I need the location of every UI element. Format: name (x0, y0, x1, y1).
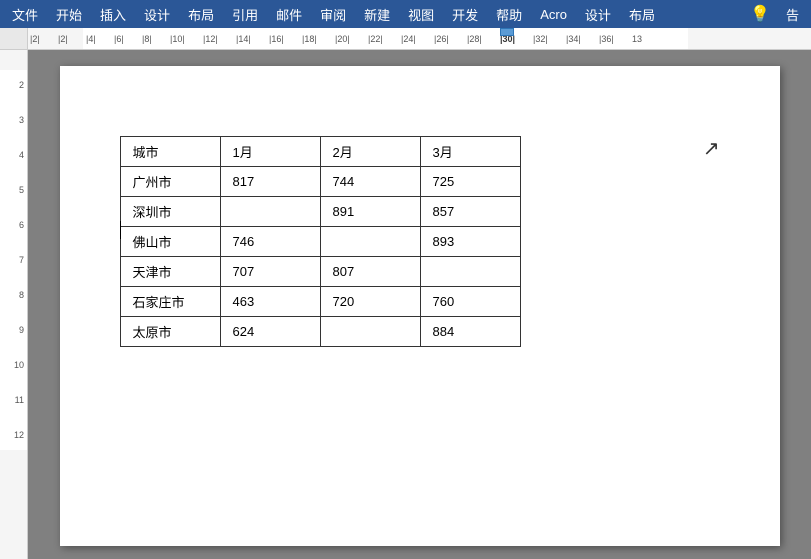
header-feb: 2月 (320, 137, 420, 167)
ruler-top: |2| |2| |4| |6| |8| |10| |12| |14| |16| … (28, 28, 811, 50)
cell-foshan-feb (320, 227, 420, 257)
table-row: 太原市 624 884 (120, 317, 520, 347)
menu-mail[interactable]: 邮件 (268, 2, 310, 27)
table-header-row: 城市 1月 2月 3月 (120, 137, 520, 167)
table-row: 石家庄市 463 720 760 (120, 287, 520, 317)
ruler-corner (0, 28, 28, 50)
cell-foshan-mar: 893 (420, 227, 520, 257)
header-jan: 1月 (220, 137, 320, 167)
cell-taiyuan-mar: 884 (420, 317, 520, 347)
menu-layout[interactable]: 布局 (180, 2, 222, 27)
cell-tianjin-feb: 807 (320, 257, 420, 287)
header-mar: 3月 (420, 137, 520, 167)
menu-right: 💡 告 (744, 2, 807, 27)
text-cursor (120, 221, 121, 239)
main-area: 2 3 4 5 6 7 8 9 10 11 12 城市 1月 2月 3月 (0, 50, 811, 559)
cell-foshan: 佛山市 (120, 227, 220, 257)
cell-guangzhou-jan: 817 (220, 167, 320, 197)
header-city: 城市 (120, 137, 220, 167)
cell-tianjin-jan: 707 (220, 257, 320, 287)
table-row: 佛山市 746 893 (120, 227, 520, 257)
table-row: 天津市 707 807 (120, 257, 520, 287)
ruler-container: |2| |2| |4| |6| |8| |10| |12| |14| |16| … (0, 28, 811, 50)
doc-area[interactable]: 城市 1月 2月 3月 广州市 817 744 725 深圳市 891 857 (28, 50, 811, 559)
ruler-vertical: 2 3 4 5 6 7 8 9 10 11 12 (0, 50, 28, 559)
document-page: 城市 1月 2月 3月 广州市 817 744 725 深圳市 891 857 (60, 66, 780, 546)
menu-bar: 文件 开始 插入 设计 布局 引用 邮件 审阅 新建 视图 开发 帮助 Acro… (0, 0, 811, 28)
menu-insert[interactable]: 插入 (92, 2, 134, 27)
mouse-cursor-icon: ↖ (703, 136, 720, 161)
cell-taiyuan-jan: 624 (220, 317, 320, 347)
lightbulb-icon[interactable]: 💡 (744, 4, 776, 24)
cell-taiyuan-feb (320, 317, 420, 347)
cell-shijiazhuang-mar: 760 (420, 287, 520, 317)
cell-tianjin-mar (420, 257, 520, 287)
cell-shenzhen-feb: 891 (320, 197, 420, 227)
cell-guangzhou: 广州市 (120, 167, 220, 197)
cell-guangzhou-mar: 725 (420, 167, 520, 197)
cell-shijiazhuang-jan: 463 (220, 287, 320, 317)
menu-ref[interactable]: 引用 (224, 2, 266, 27)
cell-shijiazhuang: 石家庄市 (120, 287, 220, 317)
cell-foshan-jan: 746 (220, 227, 320, 257)
menu-design2[interactable]: 设计 (577, 2, 619, 27)
menu-view[interactable]: 视图 (400, 2, 442, 27)
menu-file[interactable]: 文件 (4, 2, 46, 27)
menu-dev[interactable]: 开发 (444, 2, 486, 27)
ruler-indicator[interactable] (500, 28, 514, 36)
menu-help[interactable]: 帮助 (488, 2, 530, 27)
menu-review[interactable]: 审阅 (312, 2, 354, 27)
data-table: 城市 1月 2月 3月 广州市 817 744 725 深圳市 891 857 (120, 136, 521, 347)
cell-guangzhou-feb: 744 (320, 167, 420, 197)
cell-shijiazhuang-feb: 720 (320, 287, 420, 317)
menu-start[interactable]: 开始 (48, 2, 90, 27)
table-row: 广州市 817 744 725 (120, 167, 520, 197)
menu-new[interactable]: 新建 (356, 2, 398, 27)
cell-shenzhen-mar: 857 (420, 197, 520, 227)
table-row: 深圳市 891 857 (120, 197, 520, 227)
menu-layout2[interactable]: 布局 (621, 2, 663, 27)
menu-design[interactable]: 设计 (136, 2, 178, 27)
menu-acro[interactable]: Acro (532, 4, 575, 25)
cell-taiyuan: 太原市 (120, 317, 220, 347)
cell-shenzhen: 深圳市 (120, 197, 220, 227)
cell-tianjin: 天津市 (120, 257, 220, 287)
cell-shenzhen-jan (220, 197, 320, 227)
menu-alert[interactable]: 告 (778, 2, 807, 27)
